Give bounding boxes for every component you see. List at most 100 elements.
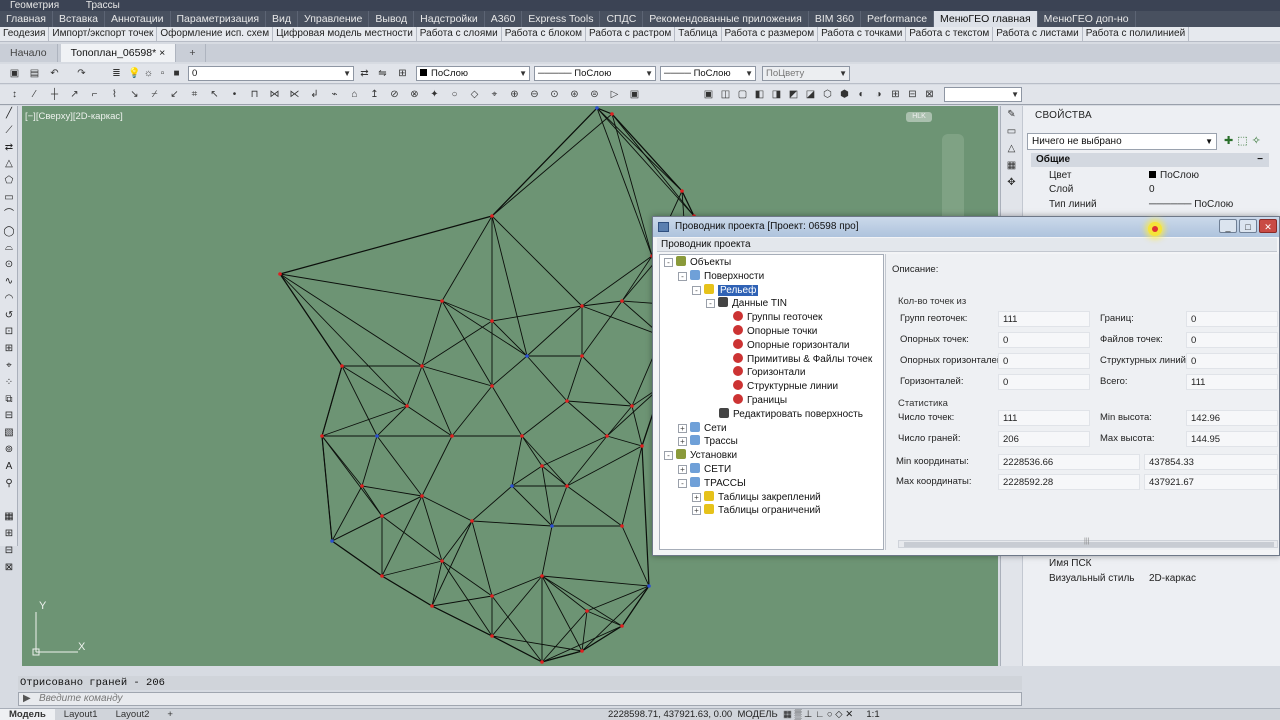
- osnap-tool-icon[interactable]: ⊘: [388, 88, 401, 101]
- osnap-tool-icon[interactable]: ⊕: [508, 88, 521, 101]
- draw-tool-icon[interactable]: A: [0, 459, 18, 476]
- tree-node[interactable]: Структурные линии: [720, 380, 838, 393]
- ribbon-subtab[interactable]: Работа с слоями: [417, 27, 502, 41]
- tree-node[interactable]: Границы: [720, 394, 787, 407]
- draw-tool-icon[interactable]: ⊡: [0, 324, 18, 341]
- color-dropdown[interactable]: ПоСлою ▼: [416, 66, 530, 81]
- property-row-linetype[interactable]: Тип линий ────── ПоСлою: [1049, 198, 1269, 212]
- property-row-visual-style[interactable]: Визуальный стиль 2D-каркас: [1049, 572, 1269, 586]
- property-group-general[interactable]: Общие −: [1031, 153, 1269, 167]
- osnap-tool-icon[interactable]: ↙: [168, 88, 181, 101]
- draw-tool-icon[interactable]: ⌓: [0, 240, 18, 257]
- linetype-dropdown[interactable]: ───── ПоСлою ▼: [534, 66, 656, 81]
- osnap-tool-icon[interactable]: ⊖: [528, 88, 541, 101]
- osnap-tool-icon[interactable]: ◇: [468, 88, 481, 101]
- ribbon-tab[interactable]: Управление: [298, 11, 370, 27]
- save-as-icon[interactable]: ▤: [28, 67, 41, 80]
- tree-node[interactable]: + Таблицы ограничений: [692, 504, 821, 517]
- draw-tool-icon[interactable]: ⟋: [0, 123, 18, 140]
- file-tab-start[interactable]: Начало: [0, 44, 58, 62]
- plotstyle-dropdown[interactable]: ПоЦвету ▼: [762, 66, 850, 81]
- ribbon-subtab[interactable]: Работа с полилинией: [1083, 27, 1190, 41]
- draw-tool-icon[interactable]: ⧉: [0, 392, 18, 409]
- expand-icon[interactable]: +: [678, 465, 687, 474]
- draw-tool-icon[interactable]: ⊙: [0, 257, 18, 274]
- ribbon-tab[interactable]: Вывод: [369, 11, 415, 27]
- grid-icon[interactable]: ▦: [1001, 157, 1022, 174]
- maximize-button[interactable]: □: [1239, 219, 1257, 233]
- draw-tool-icon[interactable]: ⊞: [0, 526, 18, 543]
- ribbon-tab[interactable]: Главная: [0, 11, 53, 27]
- view-tool-icon[interactable]: ⊠: [923, 88, 936, 101]
- osnap-tool-icon[interactable]: ▣: [628, 88, 641, 101]
- lock-icon[interactable]: ▫: [156, 67, 169, 80]
- draw-tool-icon[interactable]: ⚲: [0, 476, 18, 493]
- close-button[interactable]: ✕: [1259, 219, 1277, 233]
- ribbon-subtab[interactable]: Работа с текстом: [906, 27, 994, 41]
- osnap-tool-icon[interactable]: ⊜: [588, 88, 601, 101]
- ribbon-tab[interactable]: BIM 360: [809, 11, 861, 27]
- osnap-tool-icon[interactable]: ↖: [208, 88, 221, 101]
- ribbon-tab[interactable]: Performance: [861, 11, 935, 27]
- draw-tool-icon[interactable]: ⌒: [0, 207, 18, 224]
- ribbon-subtab[interactable]: Работа с растром: [586, 27, 676, 41]
- ribbon-tab[interactable]: Рекомендованные приложения: [643, 11, 809, 27]
- tree-node[interactable]: - Рельеф: [692, 283, 759, 297]
- tree-node[interactable]: Группы геоточек: [720, 311, 822, 324]
- view-tool-icon[interactable]: ⊟: [906, 88, 919, 101]
- view-tool-icon[interactable]: ◫: [719, 88, 732, 101]
- tree-node[interactable]: - ТРАССЫ: [678, 476, 746, 490]
- ruler-icon[interactable]: ▭: [1001, 123, 1022, 140]
- draw-tool-icon[interactable]: ⊚: [0, 442, 18, 459]
- undo-icon[interactable]: ↶: [48, 67, 61, 80]
- minimize-button[interactable]: _: [1219, 219, 1237, 233]
- osnap-tool-icon[interactable]: ↘: [128, 88, 141, 101]
- tree-node[interactable]: + Трассы: [678, 435, 738, 448]
- horizontal-scrollbar[interactable]: |||: [898, 538, 1278, 548]
- osnap-tool-icon[interactable]: ⋈: [268, 88, 281, 101]
- ribbon-subtab[interactable]: Работа с точками: [818, 27, 907, 41]
- tab-model[interactable]: Модель: [0, 709, 55, 720]
- draw-tool-icon[interactable]: ↺: [0, 308, 18, 325]
- quick-select-icon[interactable]: ✧: [1252, 135, 1265, 147]
- tree-node[interactable]: Примитивы & Файлы точек: [720, 352, 872, 366]
- view-tool-icon[interactable]: ◩: [787, 88, 800, 101]
- view-tool-icon[interactable]: ⬢: [838, 88, 851, 101]
- draw-tool-icon[interactable]: ▭: [0, 190, 18, 207]
- draw-tool-icon[interactable]: ∿: [0, 274, 18, 291]
- ribbon-tab[interactable]: Параметризация: [171, 11, 267, 27]
- sun-icon[interactable]: ☼: [142, 67, 155, 80]
- osnap-tool-icon[interactable]: ⊗: [408, 88, 421, 101]
- expand-icon[interactable]: +: [692, 492, 701, 502]
- tree-node[interactable]: Горизонтали: [720, 366, 805, 379]
- osnap-tool-icon[interactable]: ⊛: [568, 88, 581, 101]
- color-square-icon[interactable]: ■: [170, 67, 183, 80]
- tree-node[interactable]: Опорные горизонтали: [720, 338, 850, 352]
- ribbon-subtab[interactable]: Оформление исп. схем: [157, 27, 274, 41]
- redo-icon[interactable]: ↷: [75, 67, 88, 80]
- osnap-tool-icon[interactable]: ↗: [68, 88, 81, 101]
- view-tool-icon[interactable]: ▢: [736, 88, 749, 101]
- osnap-tool-icon[interactable]: ⊙: [548, 88, 561, 101]
- draw-tool-icon[interactable]: ▧: [0, 425, 18, 442]
- tab-layout1[interactable]: Layout1: [55, 709, 107, 720]
- ribbon-tab[interactable]: Вид: [266, 11, 299, 27]
- menu-geometry[interactable]: Геометрия: [10, 0, 59, 11]
- view-tool-icon[interactable]: ◨: [770, 88, 783, 101]
- draw-tool-icon[interactable]: ◯: [0, 224, 18, 241]
- collapse-icon[interactable]: -: [664, 451, 673, 461]
- ribbon-tab[interactable]: Аннотации: [105, 11, 171, 27]
- draw-tool-icon[interactable]: ╱: [0, 106, 18, 123]
- osnap-tool-icon[interactable]: ⊓: [248, 88, 261, 101]
- collapse-icon[interactable]: -: [678, 478, 687, 488]
- draw-tool-icon[interactable]: ⬠: [0, 173, 18, 190]
- draw-tool-icon[interactable]: △: [0, 156, 18, 173]
- view-tool-icon[interactable]: ◐: [855, 88, 868, 101]
- bulb-icon[interactable]: 💡: [128, 67, 141, 80]
- collapse-icon[interactable]: −: [1257, 153, 1263, 167]
- osnap-tool-icon[interactable]: ⌇: [108, 88, 121, 101]
- osnap-tool-icon[interactable]: ✦: [428, 88, 441, 101]
- draw-tool-icon[interactable]: ⊞: [0, 341, 18, 358]
- property-row-color[interactable]: Цвет ПоСлою: [1049, 169, 1269, 183]
- triangle-icon[interactable]: △: [1001, 140, 1022, 157]
